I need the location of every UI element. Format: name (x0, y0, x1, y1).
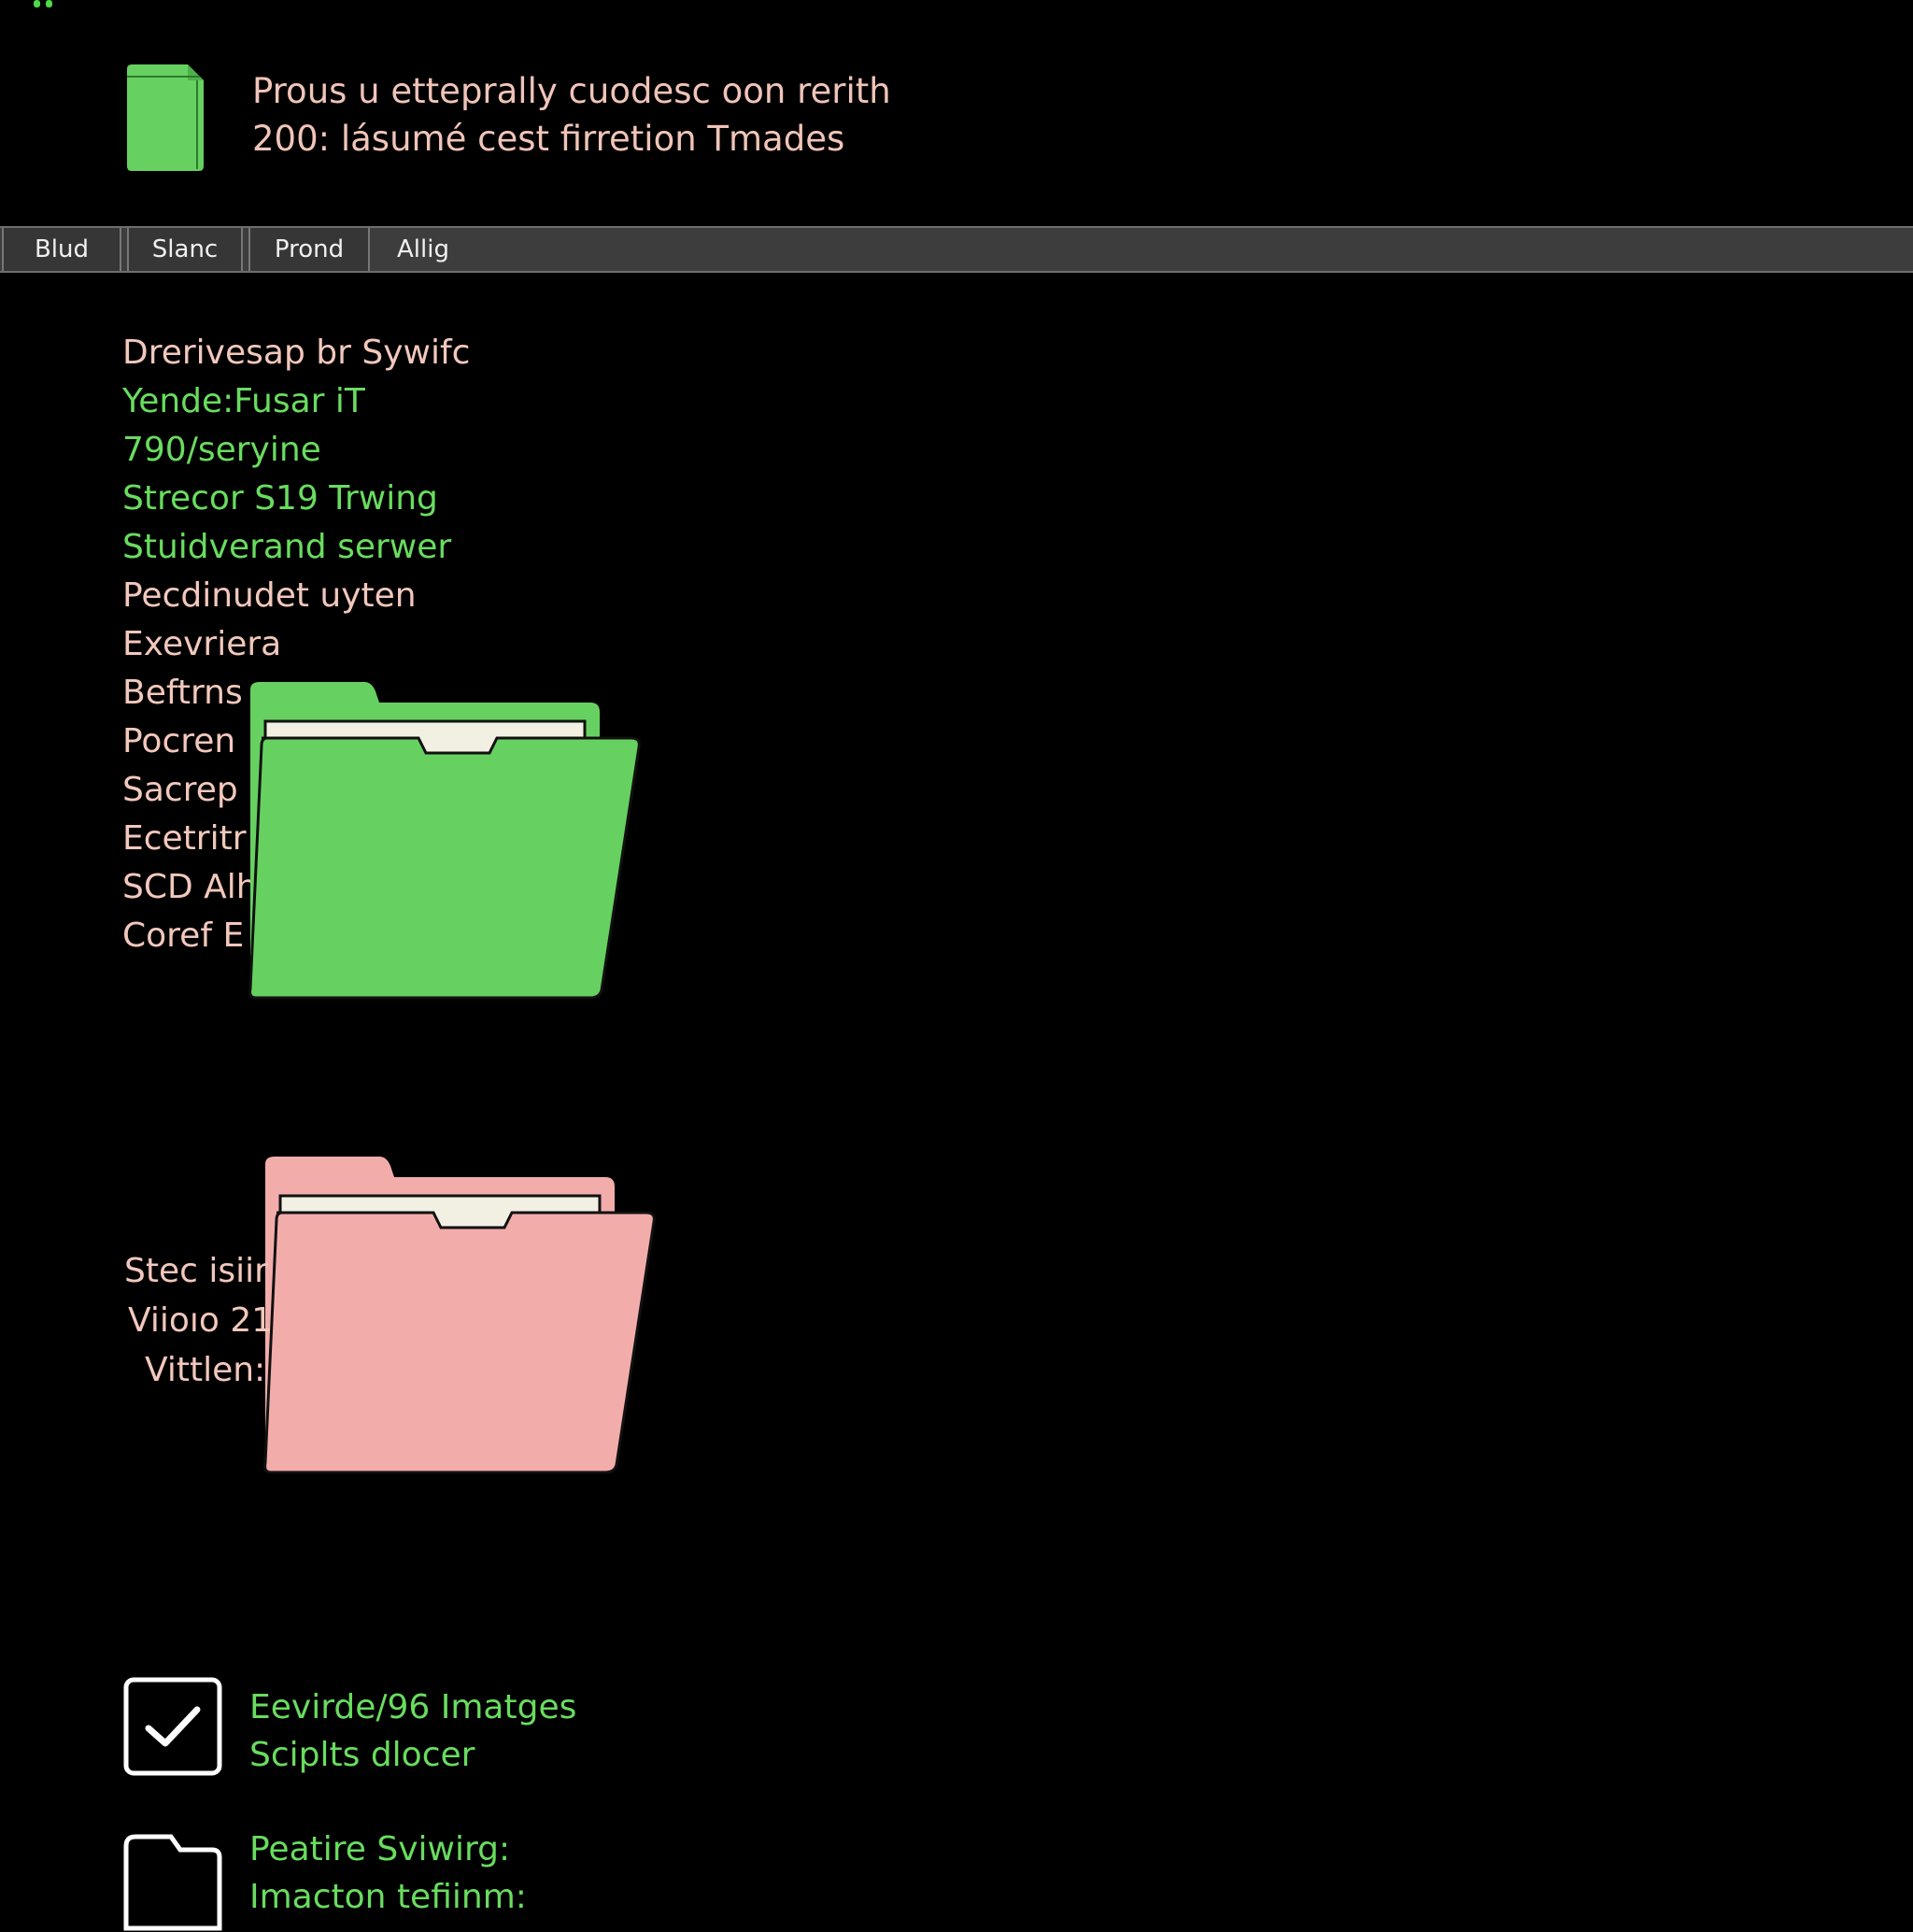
folder-open-icon[interactable] (245, 678, 643, 1000)
bottom-row-1-text: Eevirde/96 Imatges Sciplts dlocer (249, 1683, 576, 1779)
bottom-row-2-text: Peatire Sviwirg: Imacton tefiinm: (249, 1825, 527, 1921)
folder-outline-icon[interactable] (122, 1831, 223, 1932)
bottom-row-1-line-1: Eevirde/96 Imatges (249, 1688, 577, 1726)
tab-bar: Blud Slanc Prond Allig (0, 226, 1913, 273)
item-list-2: Stec isiir Viioıo 21 Vittlen: (124, 1246, 273, 1395)
list-item[interactable]: Exevriera (122, 620, 470, 669)
list-item[interactable]: Drerivesap br Sywifc (122, 329, 470, 377)
tab-allig[interactable]: Allig (397, 228, 509, 271)
document-icon (127, 64, 204, 171)
tab-slanc[interactable]: Slanc (127, 228, 243, 271)
list-item[interactable]: Stuidverand serwer (122, 523, 470, 572)
bottom-row-2-line-2: Imacton tefiinm: (249, 1878, 527, 1916)
list-item[interactable]: Vittlen: (124, 1345, 266, 1395)
tab-prond[interactable]: Prond (248, 228, 370, 271)
list-item[interactable]: Stec isiir (124, 1246, 268, 1296)
corner-mark-icon (34, 0, 52, 7)
bottom-row-2-line-1: Peatire Sviwirg: (249, 1830, 511, 1868)
list-item[interactable]: Pecdinudet uyten (122, 572, 470, 620)
checkbox-checked-icon[interactable] (122, 1676, 223, 1777)
list-item[interactable]: Viioıo 21 (124, 1296, 273, 1345)
header-title-line-1: Prous u etteprally cuodesc oon rerith (252, 71, 891, 111)
list-item[interactable]: Yende:Fusar iT (122, 377, 470, 426)
list-item[interactable]: Strecor S19 Trwing (122, 475, 470, 523)
header-title-line-2: 200: lásumé cest firretion Tmades (252, 119, 845, 159)
list-item[interactable]: 790/seryine (122, 426, 470, 475)
bottom-row-1-line-2: Sciplts dlocer (249, 1736, 475, 1774)
tab-blud[interactable]: Blud (2, 228, 121, 271)
folder-open-icon[interactable] (260, 1153, 658, 1474)
